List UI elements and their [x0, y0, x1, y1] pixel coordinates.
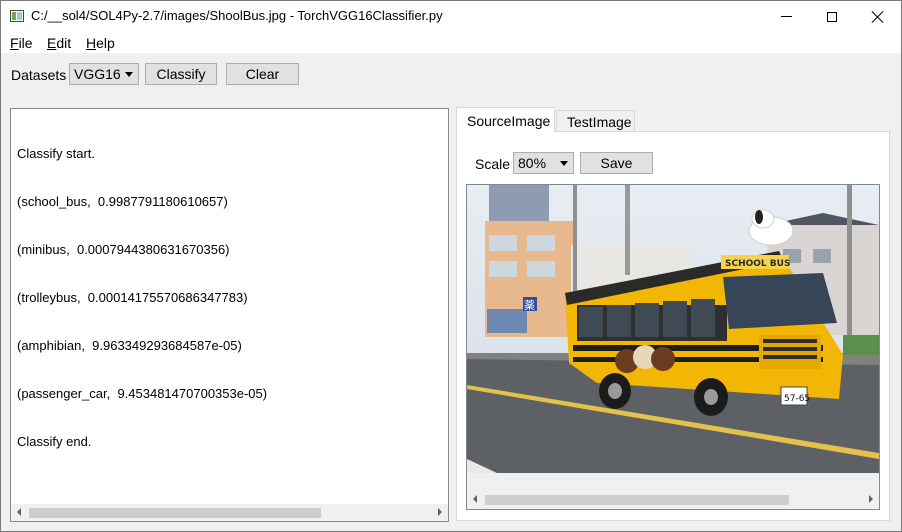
scale-label: Scale — [475, 156, 511, 172]
scale-combobox[interactable]: 80% — [513, 152, 574, 174]
close-icon — [872, 11, 884, 23]
photo-license-plate: 57-65 — [784, 394, 810, 404]
photo-shop-sign: 薬 — [524, 299, 535, 312]
close-button[interactable] — [855, 1, 901, 32]
menu-file-label: ile — [18, 35, 33, 51]
output-text: Classify start. (school_bus, 0.998779118… — [17, 114, 267, 482]
classify-button[interactable]: Classify — [145, 63, 217, 85]
chevron-down-icon — [560, 161, 568, 166]
menu-help[interactable]: Help — [86, 35, 115, 51]
datasets-combobox[interactable]: VGG16 — [69, 63, 139, 85]
menu-help-accel: H — [86, 35, 97, 51]
tab-source-image-label: SourceImage — [467, 113, 551, 129]
window-title: C:/__sol4/SOL4Py-2.7/images/ShoolBus.jpg… — [31, 8, 443, 23]
output-line: (school_bus, 0.9987791180610657) — [17, 194, 228, 209]
title-bar[interactable]: C:/__sol4/SOL4Py-2.7/images/ShoolBus.jpg… — [1, 1, 901, 32]
chevron-down-icon — [125, 72, 133, 77]
output-horizontal-scrollbar[interactable] — [11, 504, 448, 521]
output-textarea[interactable]: Classify start. (school_bus, 0.998779118… — [10, 108, 449, 522]
tab-source-image[interactable]: SourceImage — [456, 107, 555, 132]
image-viewer[interactable]: 薬 SCHOOL BUS 57-65 — [466, 184, 880, 510]
minimize-button[interactable] — [763, 1, 809, 32]
menu-edit-label: dit — [56, 35, 72, 51]
output-line: Classify start. — [17, 146, 96, 161]
scroll-left-icon[interactable] — [473, 495, 477, 503]
output-line: (trolleybus, 0.00014175570686347783) — [17, 290, 248, 305]
datasets-value: VGG16 — [74, 66, 121, 82]
maximize-icon — [827, 11, 837, 22]
output-line: (amphibian, 9.963349293684587e-05) — [17, 338, 242, 353]
menu-file-accel: F — [10, 35, 19, 51]
datasets-label: Datasets — [11, 67, 67, 83]
output-line: (minibus, 0.0007944380631670356) — [17, 242, 230, 257]
menu-file[interactable]: File — [10, 35, 33, 51]
scale-value: 80% — [518, 155, 547, 171]
scroll-thumb[interactable] — [485, 495, 789, 505]
minimize-icon — [780, 16, 792, 17]
output-line: (passenger_car, 9.453481470700353e-05) — [17, 386, 268, 401]
tab-test-image[interactable]: TestImage — [556, 110, 635, 132]
photo-bus-sign: SCHOOL BUS — [725, 259, 790, 269]
scroll-left-icon[interactable] — [17, 508, 21, 516]
scroll-thumb[interactable] — [29, 508, 321, 518]
app-window: C:/__sol4/SOL4Py-2.7/images/ShoolBus.jpg… — [0, 0, 902, 532]
output-line: Classify end. — [17, 434, 92, 449]
clear-button[interactable]: Clear — [226, 63, 299, 85]
menu-edit[interactable]: Edit — [47, 35, 71, 51]
menu-bar: File Edit Help — [1, 32, 901, 53]
image-horizontal-scrollbar[interactable] — [467, 491, 879, 508]
school-bus-photo: 薬 SCHOOL BUS 57-65 — [467, 185, 879, 473]
scroll-right-icon[interactable] — [869, 495, 873, 503]
scroll-right-icon[interactable] — [438, 508, 442, 516]
save-button[interactable]: Save — [580, 152, 653, 174]
maximize-button[interactable] — [809, 1, 855, 32]
menu-edit-accel: E — [47, 35, 57, 51]
tab-test-image-label: TestImage — [567, 114, 632, 130]
app-icon — [10, 10, 24, 22]
menu-help-label: elp — [96, 35, 115, 51]
